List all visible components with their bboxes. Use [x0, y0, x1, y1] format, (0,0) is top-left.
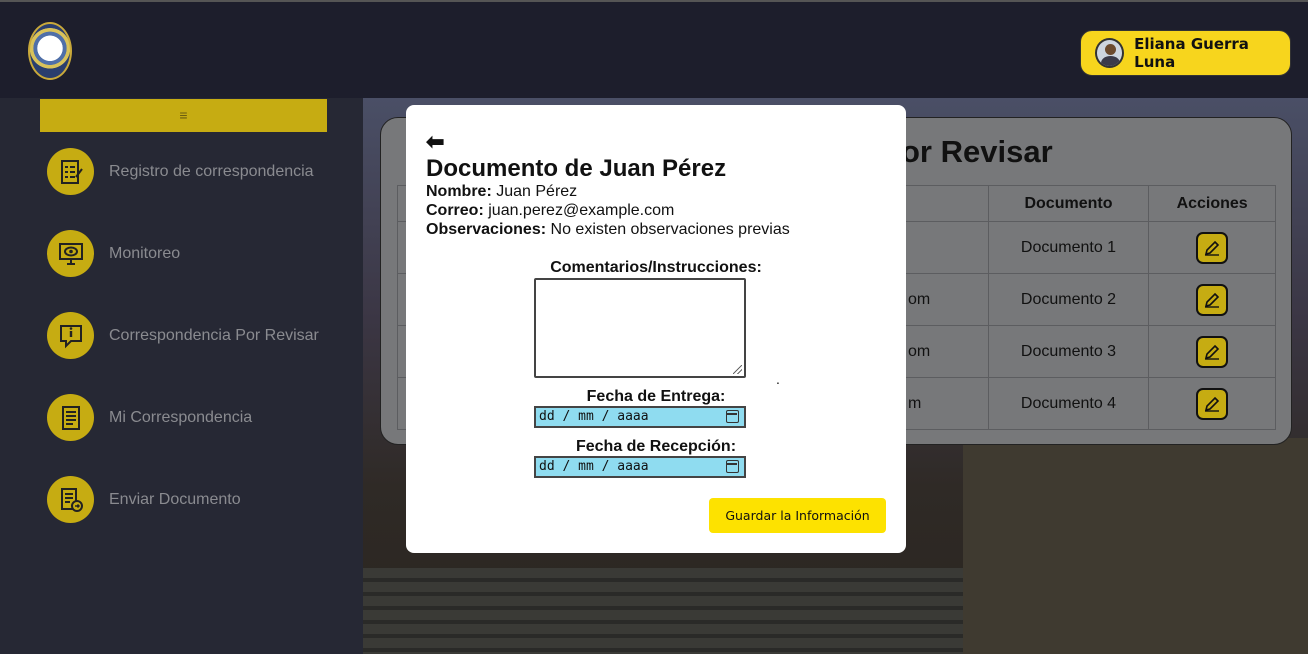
save-button[interactable]: Guardar la Información — [709, 498, 886, 533]
back-arrow-icon[interactable]: ⬅ — [426, 129, 444, 155]
comments-label: Comentarios/Instrucciones: — [550, 259, 762, 276]
nombre-value: Juan Pérez — [496, 183, 578, 200]
table-cell-document[interactable]: Documento 1 — [987, 221, 1150, 274]
table-cell-actions — [1148, 221, 1276, 274]
correo-label: Correo: — [426, 202, 484, 219]
entrega-date-placeholder: dd / mm / aaaa — [539, 409, 649, 424]
top-bar: Eliana Guerra Luna — [0, 0, 1308, 98]
comments-textarea[interactable] — [534, 278, 746, 378]
user-name: Eliana Guerra Luna — [1134, 35, 1249, 71]
sidebar-item-label: Monitoreo — [109, 244, 181, 262]
sidebar: ≡ Registro de correspondencia Monitoreo … — [0, 98, 363, 654]
sidebar-item-por-revisar[interactable]: Correspondencia Por Revisar — [47, 312, 319, 359]
nombre-label: Nombre: — [426, 183, 492, 200]
edit-button[interactable] — [1196, 335, 1229, 368]
edit-button[interactable] — [1196, 231, 1229, 264]
modal-title: Documento de Juan Pérez — [426, 155, 727, 182]
checklist-icon — [47, 148, 94, 195]
edit-button[interactable] — [1196, 283, 1229, 316]
resize-handle-icon[interactable] — [733, 365, 742, 374]
sidebar-item-label: Enviar Documento — [109, 490, 241, 508]
table-cell-actions — [1148, 325, 1276, 378]
sidebar-item-registro[interactable]: Registro de correspondencia — [47, 148, 314, 195]
user-profile-button[interactable]: Eliana Guerra Luna — [1080, 30, 1291, 76]
table-cell-actions — [1148, 273, 1276, 326]
recepcion-date-placeholder: dd / mm / aaaa — [539, 459, 649, 474]
info-chat-icon — [47, 312, 94, 359]
monitor-eye-icon — [47, 230, 94, 277]
sidebar-item-label: Correspondencia Por Revisar — [109, 326, 319, 344]
sidebar-item-enviar[interactable]: Enviar Documento — [47, 476, 241, 523]
info-correo: Correo: juan.perez@example.com — [426, 202, 674, 220]
document-list-icon — [47, 394, 94, 441]
pencil-icon — [1205, 396, 1220, 412]
observaciones-value: No existen observaciones previas — [550, 221, 790, 238]
table-header-acciones: Acciones — [1148, 185, 1276, 222]
calendar-icon[interactable] — [726, 460, 739, 473]
stray-dot: . — [776, 371, 780, 387]
sidebar-item-mi-correspondencia[interactable]: Mi Correspondencia — [47, 394, 252, 441]
menu-toggle-button[interactable]: ≡ — [40, 99, 327, 132]
background-building — [963, 438, 1308, 654]
recepcion-date-input[interactable]: dd / mm / aaaa — [534, 456, 746, 478]
pencil-icon — [1205, 240, 1220, 256]
observaciones-label: Observaciones: — [426, 221, 547, 238]
table-cell-actions — [1148, 377, 1276, 430]
edit-button[interactable] — [1196, 387, 1229, 420]
calendar-icon[interactable] — [726, 410, 739, 423]
sidebar-item-label: Registro de correspondencia — [109, 162, 314, 180]
correo-value: juan.perez@example.com — [488, 202, 675, 219]
entrega-date-input[interactable]: dd / mm / aaaa — [534, 406, 746, 428]
pencil-icon — [1205, 292, 1220, 308]
table-cell-document[interactable]: Documento 3 — [987, 325, 1150, 378]
info-observaciones: Observaciones: No existen observaciones … — [426, 221, 790, 239]
entrega-label: Fecha de Entrega: — [586, 388, 726, 405]
pencil-icon — [1205, 344, 1220, 360]
info-nombre: Nombre: Juan Pérez — [426, 183, 577, 201]
send-document-icon — [47, 476, 94, 523]
user-avatar-icon — [1095, 38, 1125, 68]
table-cell-document[interactable]: Documento 4 — [987, 377, 1150, 430]
university-seal-logo[interactable] — [28, 22, 72, 80]
table-header-documento: Documento — [987, 185, 1150, 222]
sidebar-item-monitoreo[interactable]: Monitoreo — [47, 230, 180, 277]
recepcion-label: Fecha de Recepción: — [575, 438, 737, 455]
background-stairs — [363, 568, 963, 654]
document-modal: ⬅ Documento de Juan Pérez Nombre: Juan P… — [406, 105, 906, 553]
page-title: or Revisar — [901, 134, 1053, 169]
table-cell-document[interactable]: Documento 2 — [987, 273, 1150, 326]
sidebar-item-label: Mi Correspondencia — [109, 408, 253, 426]
